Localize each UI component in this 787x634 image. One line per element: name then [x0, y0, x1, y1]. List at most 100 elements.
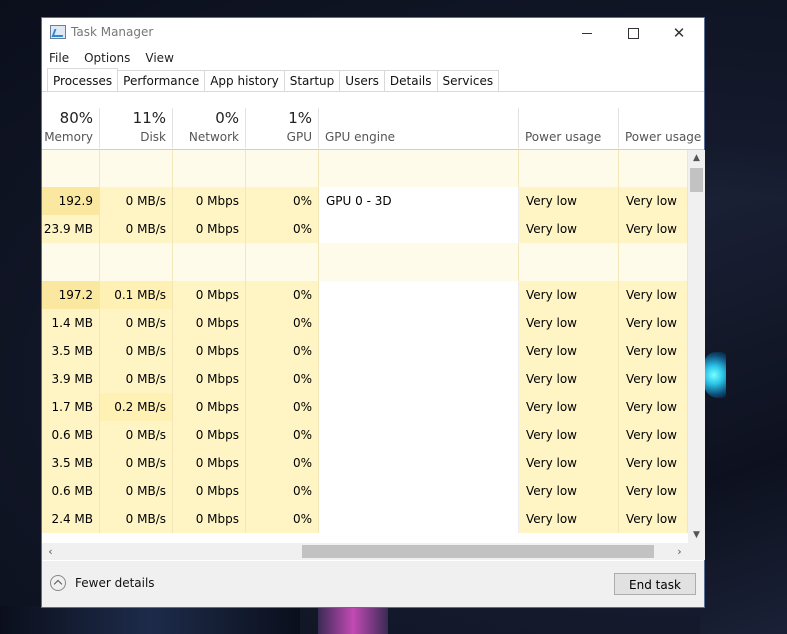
task-manager-icon: [50, 25, 66, 39]
group-header-row[interactable]: [42, 150, 688, 187]
table-row[interactable]: 0.6 MB 0 MB/s 0 Mbps 0% Very low Very low: [42, 477, 688, 505]
gpu-total: 1%: [288, 109, 312, 127]
scroll-down-arrow-icon[interactable]: ▼: [688, 527, 705, 543]
cell-gpu-engine: [319, 505, 519, 533]
column-header-gpu[interactable]: 1% GPU: [246, 108, 319, 148]
disk-label: Disk: [140, 130, 166, 144]
cell-power-trend: Very low: [619, 505, 688, 533]
horizontal-scrollbar[interactable]: ‹ ›: [42, 543, 688, 560]
vertical-scrollbar[interactable]: ▲ ▼: [688, 150, 705, 543]
cell-network: 0 Mbps: [173, 393, 246, 421]
cell-memory: [42, 150, 100, 187]
tab-processes[interactable]: Processes: [47, 68, 119, 92]
column-headers: 80% Memory 11% Disk 0% Network 1% GPU GP…: [42, 108, 706, 148]
cell-power: Very low: [519, 393, 619, 421]
cell-memory: 1.4 MB: [42, 309, 100, 337]
menu-bar: File Options View: [42, 49, 182, 67]
gpu-engine-label: GPU engine: [325, 130, 396, 144]
cell-gpu: 0%: [246, 281, 319, 309]
tab-services[interactable]: Services: [436, 70, 500, 92]
power-usage-label: Power usage: [525, 130, 602, 144]
scroll-up-arrow-icon[interactable]: ▲: [688, 150, 705, 166]
cell-gpu-engine: [319, 150, 519, 187]
cell-power-trend: Very low: [619, 281, 688, 309]
cell-gpu-engine: [319, 215, 519, 243]
cell-disk: 0 MB/s: [100, 337, 173, 365]
cell-network: [173, 243, 246, 281]
menu-file[interactable]: File: [42, 49, 77, 67]
cell-gpu-engine: [319, 243, 519, 281]
cell-power-trend: Very low: [619, 309, 688, 337]
network-total: 0%: [215, 109, 239, 127]
tab-details[interactable]: Details: [383, 70, 438, 92]
table-row[interactable]: 1.4 MB 0 MB/s 0 Mbps 0% Very low Very low: [42, 309, 688, 337]
cell-gpu-engine: [319, 393, 519, 421]
window-title: Task Manager: [71, 25, 154, 39]
cell-memory: 192.9 MB: [42, 187, 100, 236]
tab-users[interactable]: Users: [339, 70, 385, 92]
wallpaper-character-hair: [700, 200, 787, 634]
cell-network: [173, 150, 246, 187]
tab-startup[interactable]: Startup: [283, 70, 341, 92]
minimize-button[interactable]: [564, 18, 610, 48]
scrollbar-corner: [688, 543, 705, 560]
column-header-memory[interactable]: 80% Memory: [42, 108, 100, 148]
cell-gpu: 0%: [246, 309, 319, 337]
cell-power: Very low: [519, 215, 619, 243]
cell-gpu: 0%: [246, 337, 319, 365]
cell-memory: 3.9 MB: [42, 365, 100, 393]
cell-disk: 0 MB/s: [100, 477, 173, 505]
cell-power-trend: Very low: [619, 421, 688, 449]
cell-power: Very low: [519, 187, 619, 215]
cell-power: Very low: [519, 309, 619, 337]
table-row[interactable]: 0.6 MB 0 MB/s 0 Mbps 0% Very low Very low: [42, 421, 688, 449]
minimize-icon: [582, 32, 592, 34]
cell-network: 0 Mbps: [173, 309, 246, 337]
menu-options[interactable]: Options: [77, 49, 138, 67]
scroll-right-arrow-icon[interactable]: ›: [671, 543, 688, 560]
column-header-gpu-engine[interactable]: GPU engine: [319, 108, 519, 148]
wallpaper-streak-blue: [0, 606, 300, 634]
scroll-left-arrow-icon[interactable]: ‹: [42, 543, 59, 560]
table-row[interactable]: 197.2 MB0.1 MB/s0 Mbps0% Very lowVery low: [42, 281, 688, 330]
menu-view[interactable]: View: [138, 49, 181, 67]
table-row[interactable]: 192.9 MB0 MB/s0 Mbps0%GPU 0 - 3DVery low…: [42, 187, 688, 236]
cell-gpu: 0%: [246, 393, 319, 421]
task-manager-window: Task Manager ✕ File Options View Process…: [41, 17, 705, 608]
cell-network: 0 Mbps: [173, 505, 246, 533]
cell-gpu-engine: GPU 0 - 3D: [319, 187, 519, 215]
column-header-power-usage[interactable]: Power usage: [519, 108, 619, 148]
gpu-label: GPU: [286, 130, 312, 144]
tab-divider: [42, 91, 704, 92]
power-usage-trend-label: Power usage t...: [625, 130, 705, 144]
table-row[interactable]: 3.5 MB 0 MB/s 0 Mbps 0% Very low Very low: [42, 449, 688, 477]
title-bar[interactable]: Task Manager ✕: [42, 18, 704, 48]
tab-performance[interactable]: Performance: [117, 70, 206, 92]
cell-disk: 0 MB/s: [100, 309, 173, 337]
footer-bar: Fewer details End task: [42, 561, 704, 607]
cell-network: 0 Mbps: [173, 215, 246, 243]
table-row[interactable]: 3.5 MB 0 MB/s 0 Mbps 0% Very low Very low: [42, 337, 688, 365]
group-header-row[interactable]: [42, 243, 688, 281]
maximize-button[interactable]: [610, 18, 656, 48]
tab-app-history[interactable]: App history: [204, 70, 285, 92]
table-row[interactable]: 2.4 MB 0 MB/s 0 Mbps 0% Very low Very low: [42, 505, 688, 533]
table-row[interactable]: 3.9 MB 0 MB/s 0 Mbps 0% Very low Very low: [42, 365, 688, 393]
cell-gpu: [246, 243, 319, 281]
table-row[interactable]: 1.7 MB 0.2 MB/s 0 Mbps 0% Very low Very low: [42, 393, 688, 421]
cell-memory: 3.5 MB: [42, 449, 100, 477]
cell-memory: [42, 243, 100, 281]
end-task-button[interactable]: End task: [614, 573, 696, 595]
table-row[interactable]: 23.9 MB 0 MB/s 0 Mbps 0% Very low Very low: [42, 215, 688, 243]
column-header-power-usage-trend[interactable]: Power usage t...: [619, 108, 705, 148]
chevron-up-circle-icon[interactable]: [50, 575, 66, 591]
close-button[interactable]: ✕: [656, 18, 702, 48]
column-header-network[interactable]: 0% Network: [173, 108, 246, 148]
vertical-scroll-thumb[interactable]: [690, 168, 703, 192]
cell-gpu-engine: [319, 365, 519, 393]
fewer-details-link[interactable]: Fewer details: [75, 576, 155, 590]
cell-disk: 0 MB/s: [100, 449, 173, 477]
horizontal-scroll-thumb[interactable]: [302, 545, 654, 558]
cell-gpu-engine: [319, 421, 519, 449]
column-header-disk[interactable]: 11% Disk: [100, 108, 173, 148]
